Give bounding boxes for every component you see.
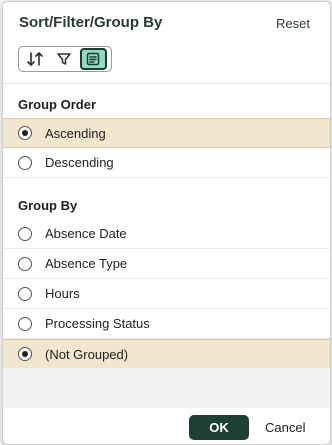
dialog-body-filler <box>3 368 330 408</box>
group-order-option-descending[interactable]: Descending <box>3 148 330 178</box>
header-divider <box>3 83 330 84</box>
option-label: Descending <box>45 155 114 170</box>
ok-button[interactable]: OK <box>189 415 249 440</box>
option-label: Processing Status <box>45 316 150 331</box>
group-by-option-hours[interactable]: Hours <box>3 279 330 309</box>
dialog-header: Sort/Filter/Group By Reset <box>3 2 330 84</box>
sort-filter-group-dialog: Sort/Filter/Group By Reset Group Order A… <box>2 1 331 445</box>
group-by-option-processing-status[interactable]: Processing Status <box>3 309 330 339</box>
radio-button[interactable] <box>18 226 32 241</box>
filter-icon <box>57 53 71 65</box>
dialog-title: Sort/Filter/Group By <box>19 14 163 31</box>
filter-mode-button[interactable] <box>50 48 77 70</box>
radio-button[interactable] <box>18 256 32 271</box>
mode-toggle-group <box>18 46 112 72</box>
radio-button[interactable] <box>18 126 32 140</box>
group-by-option-absence-date[interactable]: Absence Date <box>3 219 330 249</box>
app-frame: Sort/Filter/Group By Reset Group Order A… <box>0 0 332 445</box>
group-by-mode-button[interactable] <box>79 48 107 70</box>
group-by-option-not-grouped[interactable]: (Not Grouped) <box>3 339 330 369</box>
option-label: Absence Type <box>45 256 128 271</box>
option-label: Ascending <box>45 125 106 141</box>
radio-button[interactable] <box>18 286 32 301</box>
group-by-icon <box>87 52 100 66</box>
group-by-heading: Group By <box>18 198 78 213</box>
radio-button[interactable] <box>18 316 32 331</box>
dialog-footer: OK Cancel <box>3 408 330 444</box>
option-label: Absence Date <box>45 226 127 241</box>
option-label: Hours <box>45 286 80 301</box>
option-label: (Not Grouped) <box>45 346 129 362</box>
sort-mode-button[interactable] <box>21 48 48 70</box>
group-order-option-ascending[interactable]: Ascending <box>3 118 330 148</box>
reset-button[interactable]: Reset <box>276 16 310 31</box>
group-order-heading: Group Order <box>18 97 97 112</box>
radio-button[interactable] <box>18 155 32 170</box>
group-by-option-absence-type[interactable]: Absence Type <box>3 249 330 279</box>
cancel-button[interactable]: Cancel <box>259 415 311 440</box>
radio-button[interactable] <box>18 347 32 361</box>
sort-icon <box>26 52 43 66</box>
